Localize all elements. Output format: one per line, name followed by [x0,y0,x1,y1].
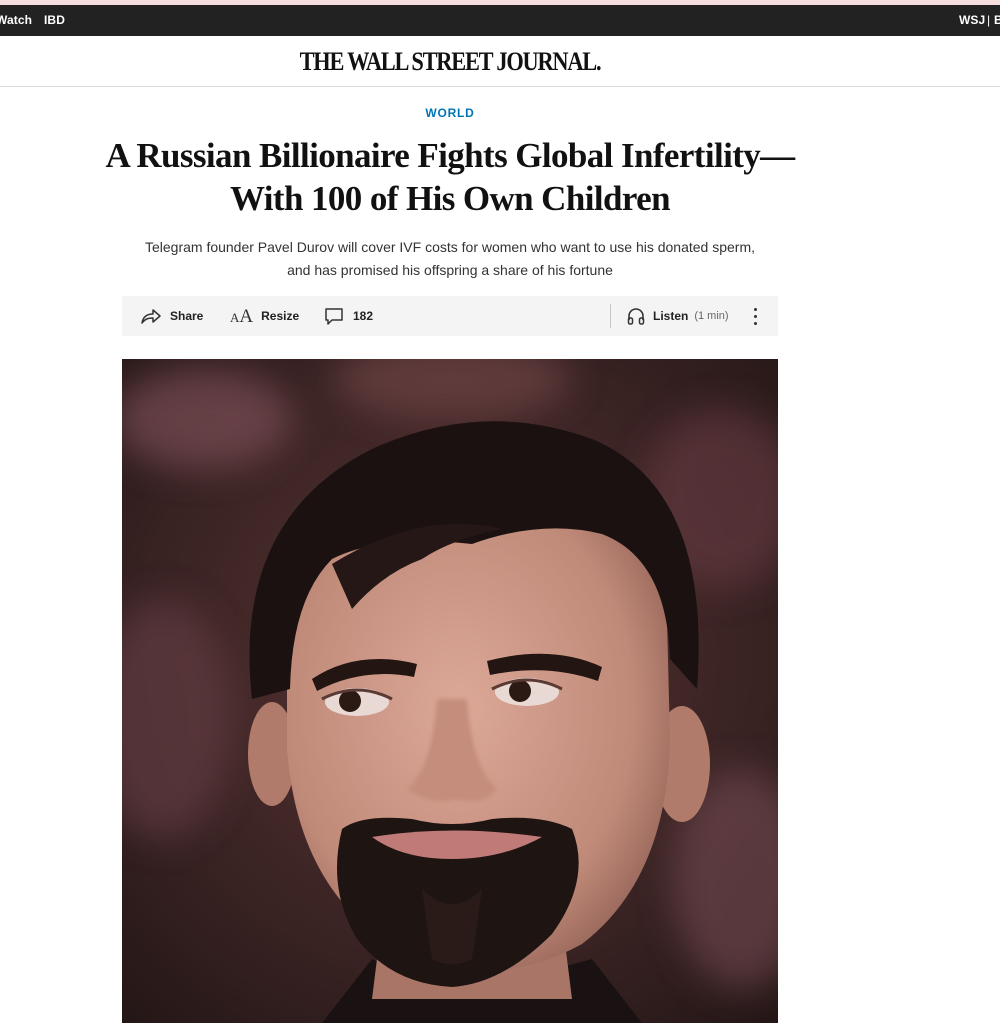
nav-link-watch[interactable]: Watch [0,13,32,27]
comments-button[interactable]: 182 [324,296,373,336]
nav-separator: | [987,13,991,27]
article-hero-image [122,359,778,1023]
resize-button[interactable]: AA Resize [230,296,299,336]
text-resize-icon: AA [230,305,254,327]
share-label: Share [170,309,204,323]
section-label[interactable]: WORLD [0,106,900,120]
headline-line-2: With 100 of His Own Children [230,179,671,218]
article-headline: A Russian Billionaire Fights Global Infe… [50,134,850,220]
article-dek: Telegram founder Pavel Durov will cover … [120,236,780,282]
nav-link-b[interactable]: B [994,13,1000,27]
more-options-button[interactable] [744,296,766,336]
portrait-illustration [122,359,778,1023]
share-button[interactable]: Share [140,296,203,336]
listen-duration: (1 min) [694,310,729,322]
nav-link-ibd[interactable]: IBD [44,13,65,27]
resize-label: Resize [261,309,300,323]
article-toolbar: Share AA Resize 182 Listen (1 min) [122,296,778,336]
headline-line-1: A Russian Billionaire Fights Global Infe… [105,136,795,175]
headphones-icon [627,306,645,326]
masthead: THE WALL STREET JOURNAL. [0,36,1000,87]
nav-link-wsj[interactable]: WSJ [959,13,985,27]
dek-line-1: Telegram founder Pavel Durov will cover … [144,239,756,255]
comments-count: 182 [353,309,374,323]
dek-line-2: and has promised his offspring a share o… [287,262,613,278]
top-navigation-bar: Watch IBD WSJ | B [0,5,1000,36]
listen-button[interactable]: Listen (1 min) [627,296,729,336]
more-vertical-icon [753,307,757,325]
comment-bubble-icon [324,306,344,326]
listen-label: Listen [653,309,689,323]
toolbar-divider [610,304,611,328]
wsj-logo[interactable]: THE WALL STREET JOURNAL. [63,47,837,77]
share-arrow-icon [140,307,162,325]
